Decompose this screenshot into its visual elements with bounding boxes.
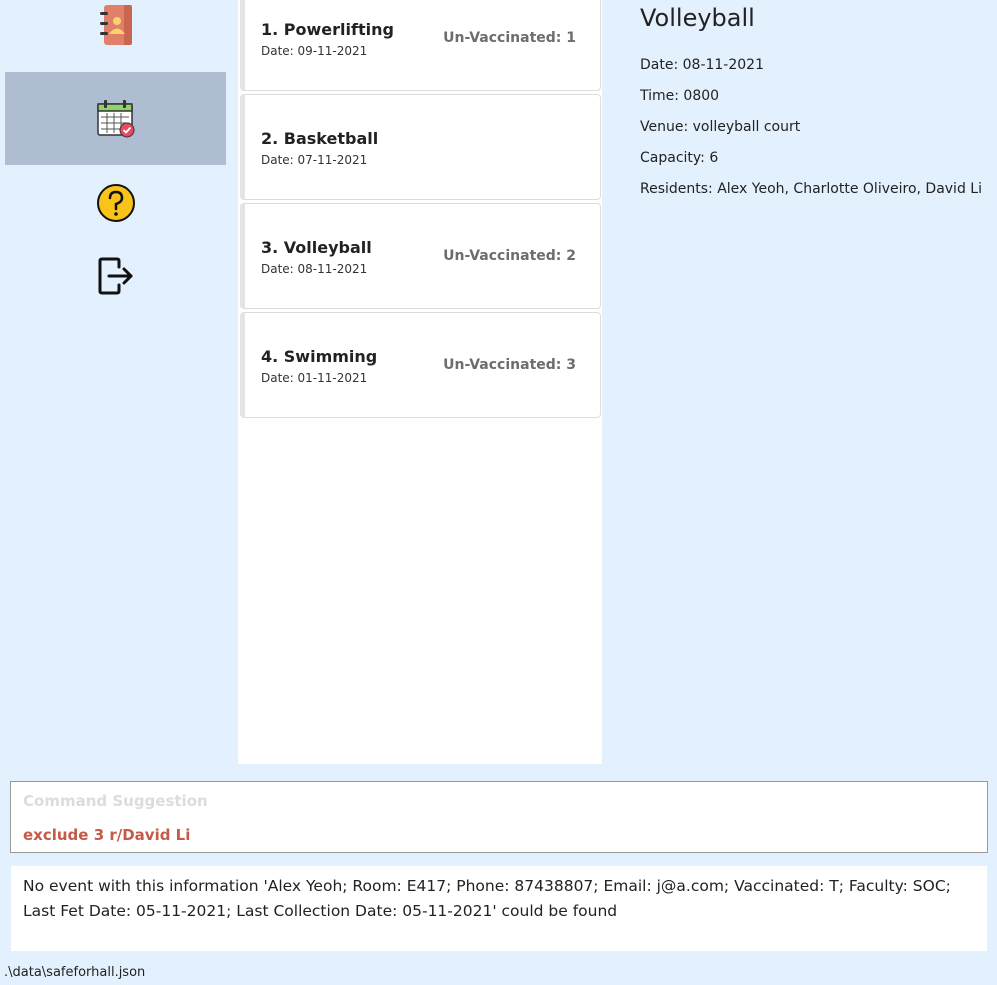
event-unvaccinated-count: Un-Vaccinated: 1 — [443, 30, 576, 46]
list-item-event-2[interactable]: 2. Basketball Date: 07-11-2021 — [240, 94, 601, 200]
event-date: Date: 07-11-2021 — [261, 153, 368, 167]
event-detail-panel: Volleyball Date: 08-11-2021 Time: 0800 V… — [612, 0, 997, 770]
result-display: No event with this information 'Alex Yeo… — [11, 866, 987, 951]
event-date: Date: 01-11-2021 — [261, 371, 368, 385]
detail-capacity: Capacity: 6 — [640, 150, 719, 166]
event-unvaccinated-count: Un-Vaccinated: 2 — [443, 248, 576, 264]
contacts-book-icon — [98, 3, 134, 47]
list-item-event-3[interactable]: 3. Volleyball Date: 08-11-2021 Un-Vaccin… — [240, 203, 601, 309]
calendar-icon — [96, 99, 136, 139]
event-date: Date: 09-11-2021 — [261, 44, 368, 58]
event-title: 4. Swimming — [261, 347, 378, 366]
event-unvaccinated-count: Un-Vaccinated: 3 — [443, 357, 576, 373]
event-title: 2. Basketball — [261, 129, 379, 148]
detail-residents: Residents: Alex Yeoh, Charlotte Oliveiro… — [640, 181, 982, 197]
command-text[interactable]: exclude 3 r/David Li — [23, 826, 190, 844]
detail-title: Volleyball — [640, 4, 755, 32]
sidebar-item-events[interactable] — [5, 72, 226, 165]
event-list[interactable]: 1. Powerlifting Date: 09-11-2021 Un-Vacc… — [238, 0, 602, 764]
detail-date: Date: 08-11-2021 — [640, 57, 764, 73]
command-suggestion-placeholder: Command Suggestion — [23, 792, 208, 810]
sidebar-item-residents[interactable] — [5, 0, 226, 50]
help-icon — [96, 183, 136, 223]
event-title: 3. Volleyball — [261, 238, 372, 257]
detail-venue: Venue: volleyball court — [640, 119, 801, 135]
detail-time: Time: 0800 — [640, 88, 720, 104]
app-window: 1. Powerlifting Date: 09-11-2021 Un-Vacc… — [0, 0, 997, 985]
event-title: 1. Powerlifting — [261, 20, 394, 39]
status-bar-file-path: .\data\safeforhall.json — [4, 965, 146, 980]
logout-icon — [97, 257, 135, 295]
sidebar-item-help[interactable] — [5, 182, 226, 224]
command-input[interactable]: Command Suggestion exclude 3 r/David Li — [10, 781, 988, 853]
event-date: Date: 08-11-2021 — [261, 262, 368, 276]
sidebar — [0, 0, 232, 770]
list-item-event-1[interactable]: 1. Powerlifting Date: 09-11-2021 Un-Vacc… — [240, 0, 601, 91]
list-item-event-4[interactable]: 4. Swimming Date: 01-11-2021 Un-Vaccinat… — [240, 312, 601, 418]
sidebar-item-exit[interactable] — [5, 255, 226, 297]
result-message: No event with this information 'Alex Yeo… — [23, 877, 951, 920]
